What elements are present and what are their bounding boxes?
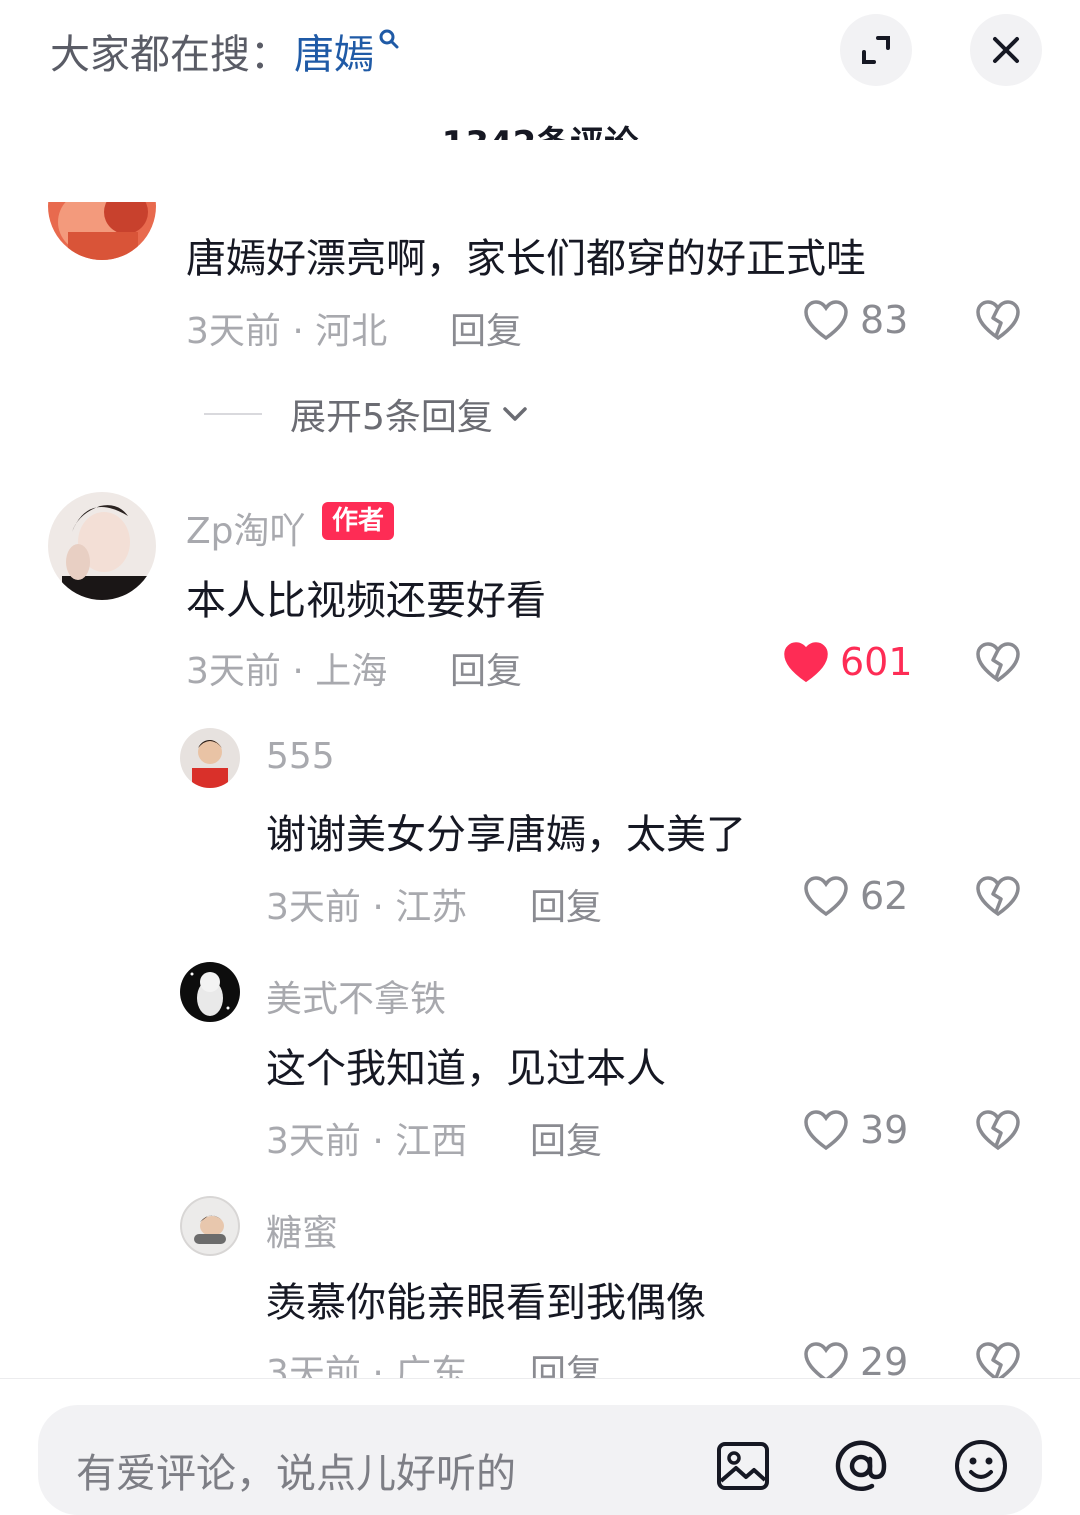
reply-button[interactable]: 回复 [530,878,602,930]
dislike-button[interactable] [974,874,1022,922]
username[interactable]: 美式不拿铁 [266,970,446,1022]
expand-icon [862,36,890,64]
trending-search-hint[interactable]: 大家都在搜： 唐嫣 [50,22,400,80]
author-badge: 作者 [322,502,395,540]
broken-heart-icon [976,1110,1020,1151]
divider [204,413,262,415]
image-icon[interactable] [714,1437,772,1495]
reply-text: 谢谢美女分享唐嫣，太美了 [266,812,746,858]
emoji-icon[interactable] [952,1437,1010,1495]
like-button[interactable]: 83 [802,298,908,342]
search-icon [379,29,399,49]
like-count: 39 [860,1108,909,1152]
avatar[interactable] [180,962,240,1022]
reply-button[interactable]: 回复 [450,302,522,354]
comment-input-placeholder: 有爱评论，说点儿好听的 [76,1451,516,1497]
comment-meta: 3天前 · 上海 [186,651,388,692]
like-button[interactable]: 39 [802,1108,908,1152]
broken-heart-icon [976,300,1020,341]
comment-text: 本人比视频还要好看 [186,578,546,624]
reply-meta: 3天前 · 江西 [266,1121,468,1162]
heart-icon [804,1110,848,1151]
heart-icon [784,642,828,683]
search-prefix-label: 大家都在搜： [50,32,290,78]
comment-input[interactable]: 有爱评论，说点儿好听的 [38,1405,1042,1515]
broken-heart-icon [976,642,1020,683]
expand-replies-button[interactable]: 展开5条回复 [204,388,531,440]
like-count: 601 [840,640,913,684]
comment-input-bar: 有爱评论，说点儿好听的 [0,1378,1080,1515]
dislike-button[interactable] [974,640,1022,688]
reply-meta: 3天前 · 江苏 [266,887,468,928]
expand-replies-label: 展开5条回复 [290,397,493,438]
username[interactable]: 555 [266,736,335,777]
comment-text: 唐嫣好漂亮啊，家长们都穿的好正式哇 [186,236,866,282]
avatar[interactable] [48,492,156,600]
heart-icon [804,876,848,917]
like-button[interactable]: 62 [802,874,908,918]
dislike-button[interactable] [974,1108,1022,1156]
like-button[interactable]: 601 [782,640,913,684]
close-icon [993,37,1019,63]
expand-button[interactable] [840,14,912,86]
chevron-down-icon [503,407,527,421]
username[interactable]: Zp淘吖 [186,502,306,554]
avatar[interactable] [180,728,240,788]
heart-icon [804,300,848,341]
dislike-button[interactable] [974,298,1022,346]
broken-heart-icon [976,876,1020,917]
username[interactable]: 糖蜜 [266,1204,338,1256]
reply-text: 这个我知道，见过本人 [266,1046,666,1092]
close-button[interactable] [970,14,1042,86]
reply-text: 羡慕你能亲眼看到我偶像 [266,1280,706,1326]
avatar[interactable] [180,1196,240,1256]
search-keyword-link[interactable]: 唐嫣 [294,22,374,80]
like-count: 62 [860,874,909,918]
at-icon[interactable] [832,1437,890,1495]
reply-button[interactable]: 回复 [450,642,522,694]
like-count: 83 [860,298,909,342]
reply-button[interactable]: 回复 [530,1112,602,1164]
comment-meta: 3天前 · 河北 [186,311,388,352]
